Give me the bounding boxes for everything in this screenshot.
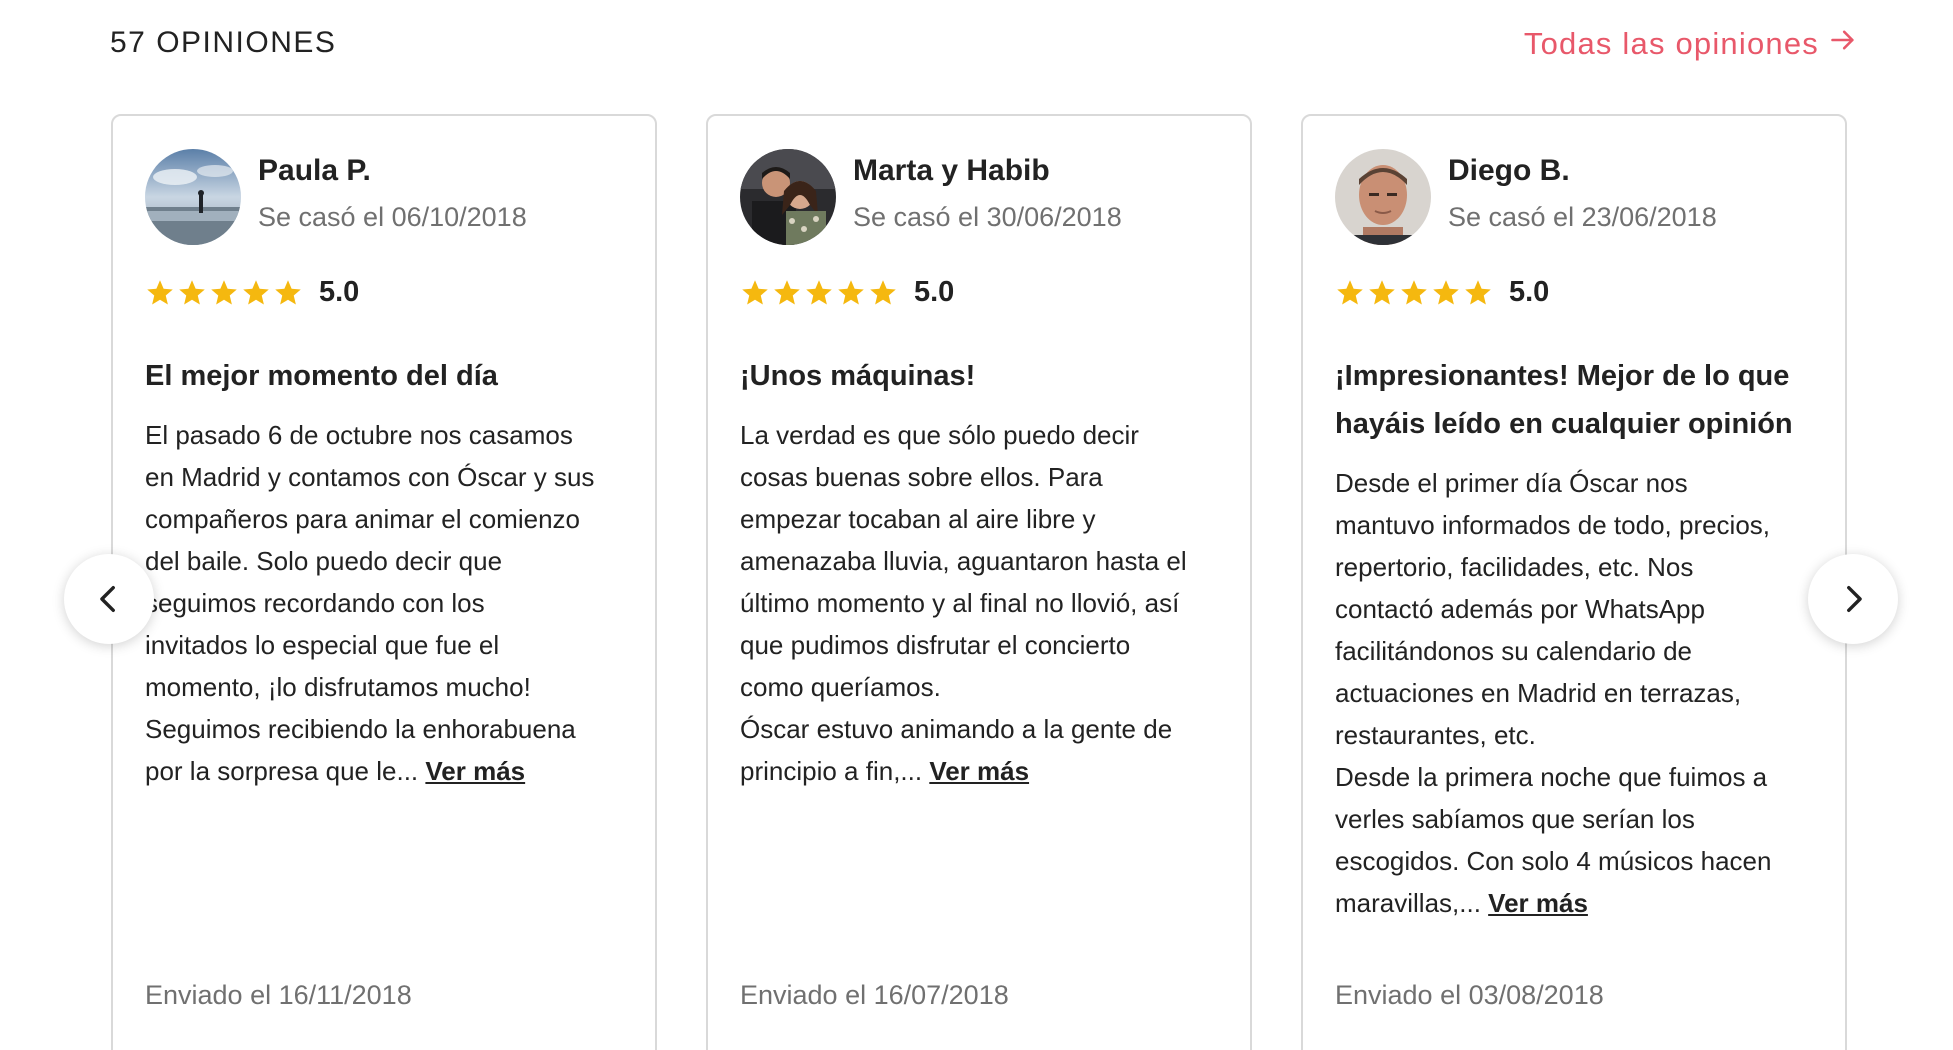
star-icon	[147, 279, 173, 304]
star-icon	[1337, 279, 1363, 304]
chevron-right-icon	[1847, 585, 1862, 613]
star-icon	[179, 279, 205, 304]
star-icon	[774, 279, 800, 304]
chevron-left-icon	[100, 585, 115, 613]
read-more-link[interactable]: Ver más	[1488, 888, 1588, 918]
star-icon	[742, 279, 768, 304]
reviewer-name: Marta y Habib	[853, 154, 1050, 187]
avatar	[1335, 149, 1431, 245]
rating-value: 5.0	[1509, 276, 1550, 308]
wedding-date: Se casó el 06/10/2018	[258, 202, 527, 232]
star-icon	[1433, 279, 1459, 304]
review-text: Desde el primer día Óscar nos mantuvo in…	[1335, 468, 1772, 918]
avatar	[740, 149, 836, 245]
sent-date: Enviado el 16/07/2018	[740, 980, 1009, 1010]
rating-value: 5.0	[319, 276, 360, 308]
review-body: Desde el primer día Óscar nos mantuvo in…	[1335, 462, 1825, 924]
star-rating	[740, 278, 898, 308]
star-icon	[275, 279, 301, 304]
rating-value: 5.0	[914, 276, 955, 308]
review-body: La verdad es que sólo puedo decir cosas …	[740, 414, 1230, 792]
review-title: ¡Unos máquinas!	[740, 360, 976, 392]
rating: 5.0	[145, 276, 359, 309]
carousel-next-button[interactable]	[1808, 554, 1898, 644]
star-icon	[838, 279, 864, 304]
star-icon	[211, 279, 237, 304]
review-text: La verdad es que sólo puedo decir cosas …	[740, 420, 1187, 786]
all-reviews-link-label: Todas las opiniones	[1523, 26, 1819, 61]
rating: 5.0	[1335, 276, 1549, 309]
wedding-date: Se casó el 30/06/2018	[853, 202, 1122, 232]
review-text: El pasado 6 de octubre nos casamos en Ma…	[145, 420, 595, 786]
review-card: Diego B. Se casó el 23/06/2018 5.0 ¡Impr…	[1301, 114, 1847, 1050]
carousel-prev-button[interactable]	[64, 554, 154, 644]
review-title: El mejor momento del día	[145, 360, 498, 392]
arrow-right-icon	[1829, 26, 1857, 62]
read-more-link[interactable]: Ver más	[425, 756, 525, 786]
review-card: Paula P. Se casó el 06/10/2018 5.0 El me…	[111, 114, 657, 1050]
all-reviews-link[interactable]: Todas las opiniones	[1524, 26, 1857, 62]
review-title: ¡Impresionantes! Mejor de lo que hayáis …	[1335, 360, 1793, 440]
wedding-date: Se casó el 23/06/2018	[1448, 202, 1717, 232]
star-icon	[1465, 279, 1491, 304]
read-more-link[interactable]: Ver más	[929, 756, 1029, 786]
sent-date: Enviado el 03/08/2018	[1335, 980, 1604, 1010]
reviews-section: 57 OPINIONES Todas las opiniones Paula P…	[0, 0, 1953, 1050]
reviews-count: 57 OPINIONES	[110, 26, 337, 59]
star-icon	[1401, 279, 1427, 304]
review-body: El pasado 6 de octubre nos casamos en Ma…	[145, 414, 635, 792]
reviewer-name: Paula P.	[258, 154, 371, 187]
reviewer-name: Diego B.	[1448, 154, 1570, 187]
review-card: Marta y Habib Se casó el 30/06/2018 5.0 …	[706, 114, 1252, 1050]
star-icon	[806, 279, 832, 304]
star-icon	[1369, 279, 1395, 304]
star-icon	[243, 279, 269, 304]
star-rating	[1335, 278, 1493, 308]
star-icon	[870, 279, 896, 304]
avatar	[145, 149, 241, 245]
star-rating	[145, 278, 303, 308]
rating: 5.0	[740, 276, 954, 309]
sent-date: Enviado el 16/11/2018	[145, 980, 412, 1010]
